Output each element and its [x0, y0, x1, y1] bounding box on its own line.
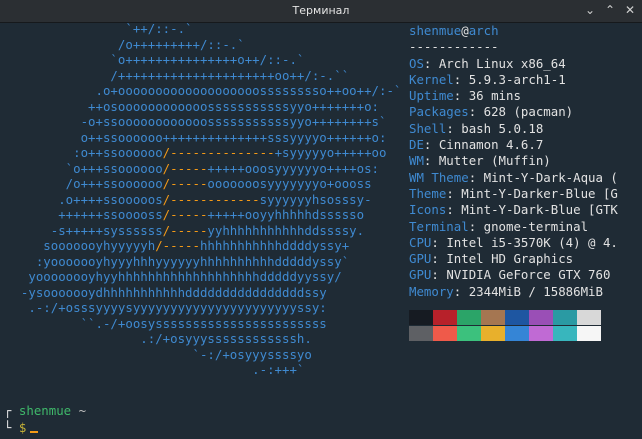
prompt-line-2[interactable]: └ $ — [4, 420, 39, 436]
color-swatch — [481, 326, 505, 341]
prompt-line-1: ┌ shenmue ~ — [4, 403, 86, 419]
info-row: WM: Mutter (Muffin) — [409, 153, 551, 169]
info-row: GPU: NVIDIA GeForce GTX 760 — [409, 267, 611, 283]
prompt-user: shenmue — [18, 403, 72, 418]
color-swatch — [433, 326, 457, 341]
info-row: Theme: Mint-Y-Darker-Blue [G — [409, 185, 618, 201]
color-swatch — [577, 326, 601, 341]
username: shenmue — [409, 23, 462, 38]
color-swatch — [409, 310, 433, 325]
prompt-corner-icon: ┌ — [4, 403, 19, 418]
window-title: Терминал — [292, 4, 350, 17]
terminal-window: Терминал ⌄ ⌃ ✕ `++/::-.` /o+++++++++/::-… — [0, 0, 642, 439]
color-swatch — [577, 310, 601, 325]
close-icon[interactable]: ✕ — [622, 2, 638, 18]
arch-ascii-logo: `++/::-.` /o+++++++++/::-.` `o++++++++++… — [20, 21, 402, 377]
info-row: CPU: Intel i5-3570K (4) @ 4. — [409, 234, 618, 250]
at-sign: @ — [461, 23, 469, 38]
color-swatch — [505, 326, 529, 341]
info-row: Terminal: gnome-terminal — [409, 218, 589, 234]
text-cursor — [30, 431, 39, 433]
color-palette — [409, 310, 609, 342]
color-swatch — [553, 326, 577, 341]
color-swatch — [433, 310, 457, 325]
color-swatch — [505, 310, 529, 325]
info-row: Shell: bash 5.0.18 — [409, 120, 544, 136]
info-row: Packages: 628 (pacman) — [409, 104, 574, 120]
info-row: Icons: Mint-Y-Dark-Blue [GTK — [409, 202, 618, 218]
prompt-symbol: $ — [18, 420, 27, 435]
info-row: Uptime: 36 mins — [409, 88, 521, 104]
info-row: OS: Arch Linux x86_64 — [409, 55, 566, 71]
terminal-area[interactable]: `++/::-.` /o+++++++++/::-.` `o++++++++++… — [0, 21, 642, 439]
system-info: shenmue@arch ------------ OS: Arch Linux… — [409, 23, 642, 300]
color-swatch — [529, 326, 553, 341]
info-row: Kernel: 5.9.3-arch1-1 — [409, 71, 566, 87]
prompt-dir: ~ — [78, 403, 87, 418]
user-host: shenmue@arch — [409, 23, 642, 39]
prompt-corner-bottom-icon: └ — [4, 420, 19, 435]
info-row: WM Theme: Mint-Y-Dark-Aqua ( — [409, 169, 618, 185]
color-swatch — [553, 310, 577, 325]
color-swatch — [409, 326, 433, 341]
info-row: GPU: Intel HD Graphics — [409, 251, 574, 267]
info-row: DE: Cinnamon 4.6.7 — [409, 137, 544, 153]
maximize-icon[interactable]: ⌃ — [602, 2, 618, 18]
color-swatch — [457, 310, 481, 325]
color-swatch — [481, 310, 505, 325]
separator: ------------ — [409, 39, 499, 55]
color-swatch — [529, 310, 553, 325]
hostname: arch — [468, 23, 499, 38]
color-swatch — [457, 326, 481, 341]
titlebar[interactable]: Терминал ⌄ ⌃ ✕ — [0, 0, 642, 23]
minimize-icon[interactable]: ⌄ — [582, 2, 598, 18]
info-row: Memory: 2344MiB / 15886MiB — [409, 283, 603, 299]
